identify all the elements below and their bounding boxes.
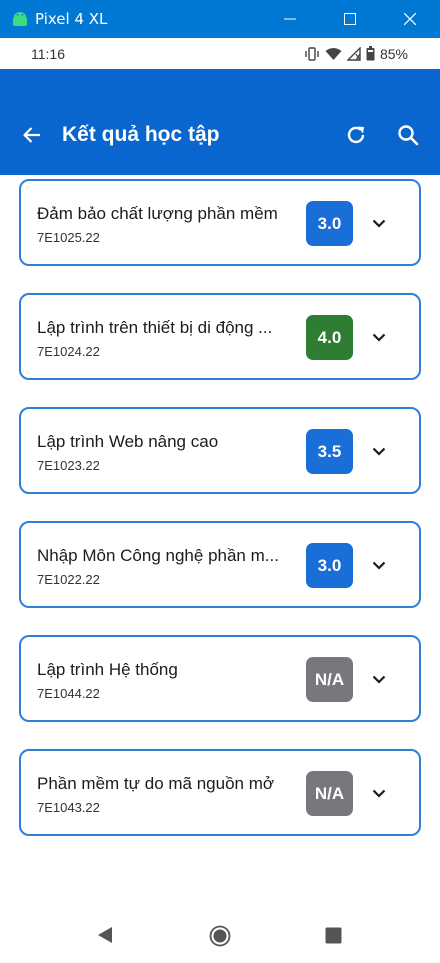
signal-icon: [346, 46, 361, 61]
navigation-bar: [0, 900, 440, 963]
course-name: Lập trình Hệ thống: [37, 660, 178, 679]
maximize-icon: [344, 13, 356, 25]
android-icon: [13, 12, 27, 26]
minimize-button[interactable]: [260, 0, 320, 38]
battery-icon: [366, 46, 375, 61]
course-name: Phần mềm tự do mã nguồn mở: [37, 774, 275, 793]
chevron-down-icon: [372, 561, 386, 570]
nav-back-button[interactable]: [96, 926, 114, 949]
app-bar: Kết quả học tập: [0, 69, 440, 175]
maximize-button[interactable]: [320, 0, 380, 38]
expand-button[interactable]: [367, 439, 391, 463]
grade-badge: N/A: [306, 657, 353, 702]
course-card[interactable]: Lập trình Hệ thống 7E1044.22 N/A: [19, 635, 421, 722]
window-title: Pixel 4 XL: [35, 10, 108, 28]
course-code: 7E1043.22: [37, 800, 100, 815]
nav-home-button[interactable]: [209, 925, 231, 952]
emulator-title-bar: Pixel 4 XL: [0, 0, 440, 38]
course-card[interactable]: Phần mềm tự do mã nguồn mở 7E1043.22 N/A: [19, 749, 421, 836]
expand-button[interactable]: [367, 211, 391, 235]
course-card[interactable]: Nhập Môn Công nghệ phần m... 7E1022.22 3…: [19, 521, 421, 608]
course-code: 7E1023.22: [37, 458, 100, 473]
course-card[interactable]: Lập trình Web nâng cao 7E1023.22 3.5: [19, 407, 421, 494]
course-card[interactable]: Lập trình trên thiết bị di động ... 7E10…: [19, 293, 421, 380]
course-list: Đảm bảo chất lượng phần mềm 7E1025.22 3.…: [19, 179, 421, 863]
status-time: 11:16: [31, 45, 65, 62]
back-button[interactable]: [18, 121, 46, 149]
expand-button[interactable]: [367, 325, 391, 349]
vibrate-icon: [305, 46, 319, 61]
triangle-back-icon: [98, 927, 112, 943]
minimize-icon: [284, 18, 296, 20]
search-icon: [398, 125, 419, 146]
expand-button[interactable]: [367, 781, 391, 805]
arrow-back-icon: [23, 127, 40, 143]
grade-badge: 3.0: [306, 201, 353, 246]
status-bar: 11:16 85%: [0, 38, 440, 69]
battery-level: 85%: [379, 45, 408, 62]
chevron-down-icon: [372, 675, 386, 684]
expand-button[interactable]: [367, 667, 391, 691]
close-icon: [404, 13, 416, 25]
expand-button[interactable]: [367, 553, 391, 577]
chevron-down-icon: [372, 789, 386, 798]
course-code: 7E1024.22: [37, 344, 100, 359]
home-circle-icon: [209, 925, 231, 947]
chevron-down-icon: [372, 219, 386, 228]
refresh-icon: [347, 126, 365, 144]
wifi-icon: [325, 47, 342, 60]
course-name: Đảm bảo chất lượng phần mềm: [37, 204, 278, 223]
course-name: Lập trình trên thiết bị di động ...: [37, 318, 273, 337]
chevron-down-icon: [372, 447, 386, 456]
grade-badge: 3.5: [306, 429, 353, 474]
course-name: Nhập Môn Công nghệ phần m...: [37, 546, 279, 565]
page-title: Kết quả học tập: [62, 123, 220, 146]
chevron-down-icon: [372, 333, 386, 342]
nav-recents-button[interactable]: [325, 927, 342, 949]
grade-badge: 3.0: [306, 543, 353, 588]
course-name: Lập trình Web nâng cao: [37, 432, 219, 451]
square-recents-icon: [325, 927, 342, 944]
close-window-button[interactable]: [380, 0, 440, 38]
course-code: 7E1044.22: [37, 686, 100, 701]
search-button[interactable]: [394, 121, 422, 149]
refresh-button[interactable]: [342, 121, 370, 149]
course-code: 7E1022.22: [37, 572, 100, 587]
grade-badge: 4.0: [306, 315, 353, 360]
course-card[interactable]: Đảm bảo chất lượng phần mềm 7E1025.22 3.…: [19, 179, 421, 266]
course-code: 7E1025.22: [37, 230, 100, 245]
grade-badge: N/A: [306, 771, 353, 816]
